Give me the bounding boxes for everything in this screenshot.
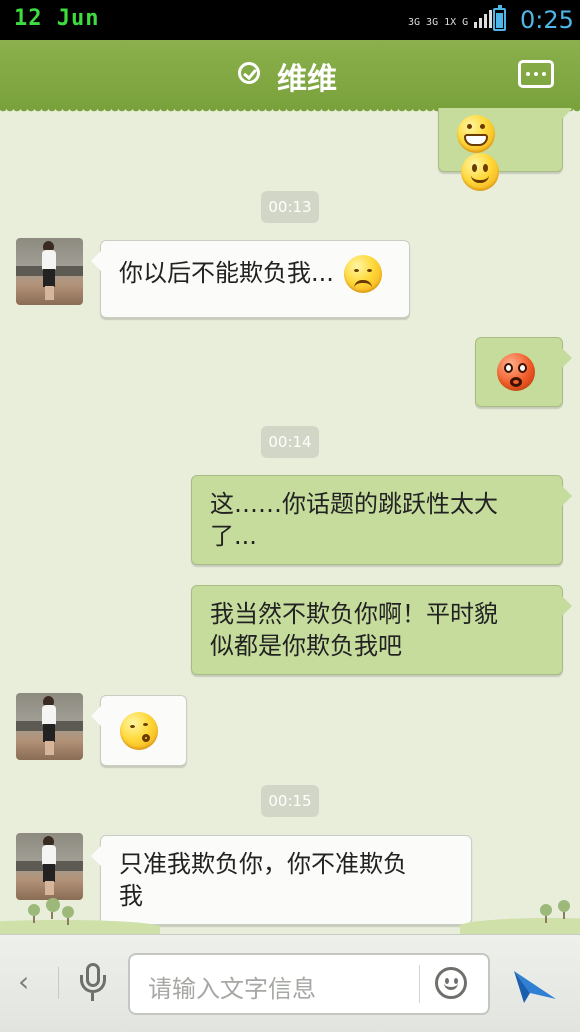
check-circle-icon [238, 62, 260, 84]
message-text-line: 只准我欺负你，你不准欺负 [119, 850, 407, 878]
network-3g-label: 3G [408, 17, 421, 28]
message-outgoing[interactable] [438, 108, 572, 191]
status-time: 0:25 [520, 6, 574, 34]
signal-indicators: 3G 3G 1X G [408, 6, 493, 28]
divider [419, 965, 420, 1003]
shy-emoji-icon [343, 255, 382, 293]
message-text: 你以后不能欺负我... [119, 259, 334, 287]
message-outgoing[interactable]: 我当然不欺负你啊！平时貌 似都是你欺负我吧 [191, 585, 572, 675]
status-date: 12 Jun [14, 6, 100, 31]
microphone-icon[interactable] [80, 963, 106, 1003]
status-bar: 12 Jun 3G 3G 1X G 0:25 [0, 0, 580, 40]
input-bar: ‹ 请输入文字信息 [0, 934, 580, 1032]
message-outgoing[interactable] [475, 337, 572, 407]
dot-icon [526, 72, 530, 76]
avatar[interactable] [16, 238, 83, 305]
timestamp: 00:14 [261, 426, 319, 458]
dot-icon [534, 72, 538, 76]
message-input-placeholder: 请输入文字信息 [148, 975, 316, 1003]
message-input[interactable]: 请输入文字信息 [128, 953, 490, 1015]
message-outgoing[interactable]: 这……你话题的跳跃性太大 了... [191, 475, 572, 565]
message-text-line: 我当然不欺负你啊！平时貌 [210, 600, 498, 628]
kiss-emoji-icon [120, 712, 158, 750]
message-incoming[interactable]: 你以后不能欺负我... [91, 240, 410, 318]
divider [58, 967, 59, 999]
message-list[interactable]: 00:13 你以后不能欺负我... 00:14 这……你话题的跳跃性太大 了..… [0, 108, 580, 934]
chat-header: 维维 [0, 40, 580, 114]
message-text-line: 似都是你欺负我吧 [210, 632, 402, 660]
send-icon[interactable] [512, 963, 558, 1005]
signal-bars-icon [474, 6, 493, 28]
battery-icon [493, 5, 506, 31]
scenery-decoration [0, 896, 580, 934]
smile-emoji-icon [461, 153, 499, 191]
chevron-left-icon[interactable]: ‹ [18, 965, 29, 998]
message-text-line: 了... [210, 522, 257, 550]
avatar[interactable] [16, 833, 83, 900]
network-g-label: G [462, 17, 469, 28]
contact-name[interactable]: 维维 [277, 54, 337, 98]
angry-emoji-icon [497, 353, 535, 391]
dot-icon [542, 72, 546, 76]
message-text-line: 这……你话题的跳跃性太大 [210, 490, 498, 518]
timestamp: 00:13 [261, 191, 319, 223]
timestamp: 00:15 [261, 785, 319, 817]
grin-emoji-icon [457, 115, 495, 153]
smiley-icon[interactable] [435, 967, 467, 999]
avatar[interactable] [16, 693, 83, 760]
network-3g1x-label: 3G 1X [426, 17, 457, 28]
more-menu-button[interactable] [518, 60, 554, 88]
message-incoming[interactable] [91, 695, 187, 766]
